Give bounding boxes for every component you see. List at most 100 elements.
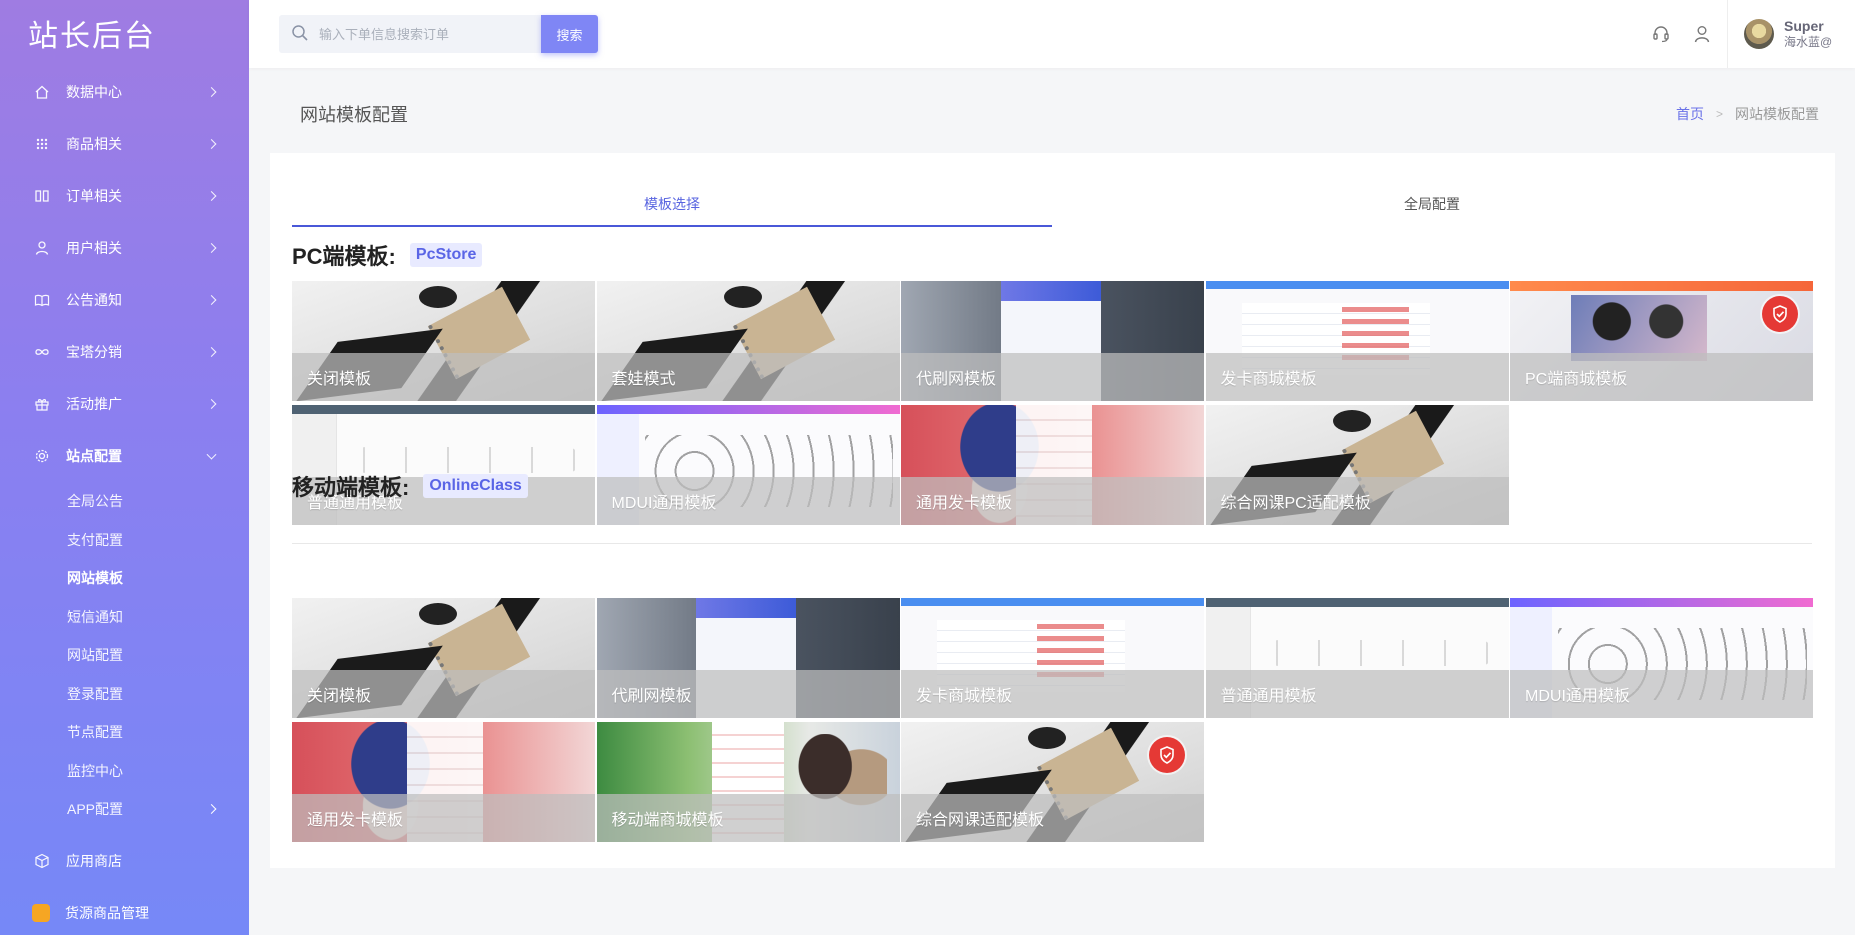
sidebar-item-products[interactable]: 商品相关 (0, 118, 249, 170)
sidebar-item-label: 宝塔分销 (66, 344, 122, 360)
top-header: 搜索 Super 海水蓝@ (249, 0, 1855, 68)
cube-icon (34, 853, 50, 869)
sidebar-subitem-site-template[interactable]: 网站模板 (0, 559, 249, 598)
mobile-template-card[interactable]: 关闭模板 (292, 598, 595, 718)
sidebar-subitem-monitor[interactable]: 监控中心 (0, 752, 249, 791)
sidebar-item-label: 站点配置 (66, 448, 122, 464)
chevron-right-icon (206, 243, 217, 253)
pc-template-card-selected[interactable]: PC端商城模板 (1510, 281, 1813, 401)
user-name: Super (1784, 18, 1824, 34)
book-icon (34, 188, 50, 204)
pc-template-card[interactable]: 通用发卡模板 (901, 405, 1204, 525)
pc-section-label: PC端模板: (292, 244, 396, 269)
template-name: 套娃模式 (611, 371, 676, 388)
user-icon (34, 240, 50, 256)
breadcrumb-current: 网站模板配置 (1735, 106, 1819, 122)
template-name: 通用发卡模板 (916, 495, 1013, 512)
sidebar-subitem-label: APP配置 (67, 801, 124, 818)
sidebar-item-label: 活动推广 (66, 396, 122, 412)
page-title: 网站模板配置 (300, 105, 408, 125)
sidebar-subitem-login[interactable]: 登录配置 (0, 675, 249, 714)
user-subtitle: 海水蓝@ (1784, 35, 1833, 49)
sidebar-item-site-config[interactable]: 站点配置 (0, 430, 249, 482)
sidebar-item-promotion[interactable]: 活动推广 (0, 378, 249, 430)
chevron-right-icon (206, 804, 217, 815)
tabs: 模板选择 全局配置 (292, 181, 1812, 227)
user-menu[interactable]: Super 海水蓝@ (1727, 0, 1855, 68)
mobile-template-card[interactable]: MDUI通用模板 (1510, 598, 1813, 718)
chevron-right-icon (206, 87, 217, 97)
mobile-template-card[interactable]: 普通通用模板 (1205, 598, 1509, 718)
search-box (279, 15, 541, 53)
sidebar-subitem-sms[interactable]: 短信通知 (0, 598, 249, 637)
selected-check-icon (1149, 737, 1185, 773)
sidebar-item-announcements[interactable]: 公告通知 (0, 274, 249, 326)
template-name: 普通通用模板 (1220, 688, 1317, 705)
mobile-template-card[interactable]: 代刷网模板 (596, 598, 900, 718)
sidebar-item-label: 货源商品管理 (65, 904, 149, 921)
app-title: 站长后台 (28, 19, 156, 54)
mobile-template-card[interactable]: 移动端商城模板 (596, 722, 900, 842)
sidebar-subitem-app[interactable]: APP配置 (0, 790, 249, 829)
template-name: 关闭模板 (307, 371, 372, 388)
sidebar-item-supply[interactable]: 货源商品管理 (0, 887, 249, 935)
template-name: 代刷网模板 (611, 688, 692, 705)
gift-icon (34, 396, 50, 412)
template-name: 综合网课PC适配模板 (1220, 495, 1371, 512)
breadcrumb: 首页 > 网站模板配置 (1676, 104, 1819, 124)
template-name: MDUI通用模板 (1525, 688, 1630, 705)
user-profile-icon[interactable] (1692, 24, 1712, 44)
bag-icon (32, 903, 50, 922)
tab-global-config[interactable]: 全局配置 (1052, 181, 1812, 226)
mobile-template-card[interactable]: 发卡商城模板 (901, 598, 1204, 718)
sidebar-subitem-global-notice[interactable]: 全局公告 (0, 482, 249, 521)
open-book-icon (34, 292, 50, 308)
pc-template-card[interactable]: 普通通用模板 (292, 405, 595, 525)
sidebar-item-label: 用户相关 (66, 240, 122, 256)
headset-icon[interactable] (1651, 24, 1671, 44)
sidebar-subitem-site-settings[interactable]: 网站配置 (0, 636, 249, 675)
pc-template-card[interactable]: 关闭模板 (292, 281, 595, 401)
mobile-section-label: 移动端模板: (292, 475, 410, 500)
sidebar-item-data-center[interactable]: 数据中心 (0, 66, 249, 118)
pc-template-card[interactable]: 发卡商城模板 (1205, 281, 1509, 401)
sidebar-item-label: 订单相关 (66, 188, 122, 204)
template-name: 通用发卡模板 (307, 812, 404, 829)
template-name: 综合网课适配模板 (916, 812, 1045, 829)
home-icon (34, 84, 50, 100)
template-name: 移动端商城模板 (611, 812, 724, 829)
chevron-right-icon (206, 139, 217, 149)
search-button[interactable]: 搜索 (541, 15, 598, 53)
mobile-template-grid: 关闭模板 代刷网模板 发卡商城模板 普通通用模板 MDUI通用模板 通用发卡模板 (292, 598, 1813, 842)
sidebar-item-users[interactable]: 用户相关 (0, 222, 249, 274)
pc-section-title: PC端模板: PcStore (292, 239, 483, 271)
pc-template-card[interactable]: MDUI通用模板 (596, 405, 900, 525)
template-name: 代刷网模板 (916, 371, 997, 388)
chevron-right-icon (206, 347, 217, 357)
tab-template-select[interactable]: 模板选择 (292, 181, 1052, 227)
chevron-down-icon (206, 449, 217, 460)
mobile-template-card-selected[interactable]: 综合网课适配模板 (901, 722, 1204, 842)
mobile-current-template-badge: OnlineClass (423, 474, 528, 498)
selected-check-icon (1762, 296, 1798, 332)
sidebar-item-app-store[interactable]: 应用商店 (0, 835, 249, 887)
template-name: 发卡商城模板 (916, 688, 1013, 705)
chevron-right-icon (206, 191, 217, 201)
search-input[interactable] (319, 26, 519, 42)
pc-template-card[interactable]: 套娃模式 (596, 281, 900, 401)
avatar (1744, 19, 1774, 49)
sidebar: 站长后台 数据中心 商品相关 订单相关 用户相关 公告通知 宝塔分销 活动推广 … (0, 0, 249, 935)
sidebar-subitem-nodes[interactable]: 节点配置 (0, 713, 249, 752)
pc-template-card[interactable]: 综合网课PC适配模板 (1205, 405, 1509, 525)
breadcrumb-separator-icon: > (1715, 107, 1723, 121)
breadcrumb-home-link[interactable]: 首页 (1676, 104, 1704, 124)
template-name: 发卡商城模板 (1220, 371, 1317, 388)
sidebar-item-orders[interactable]: 订单相关 (0, 170, 249, 222)
sidebar-item-label: 公告通知 (66, 292, 122, 308)
sidebar-subitem-payment[interactable]: 支付配置 (0, 521, 249, 560)
template-name: PC端商城模板 (1525, 371, 1628, 388)
sidebar-item-distribution[interactable]: 宝塔分销 (0, 326, 249, 378)
chevron-right-icon (206, 295, 217, 305)
mobile-template-card[interactable]: 通用发卡模板 (292, 722, 595, 842)
pc-template-card[interactable]: 代刷网模板 (901, 281, 1204, 401)
